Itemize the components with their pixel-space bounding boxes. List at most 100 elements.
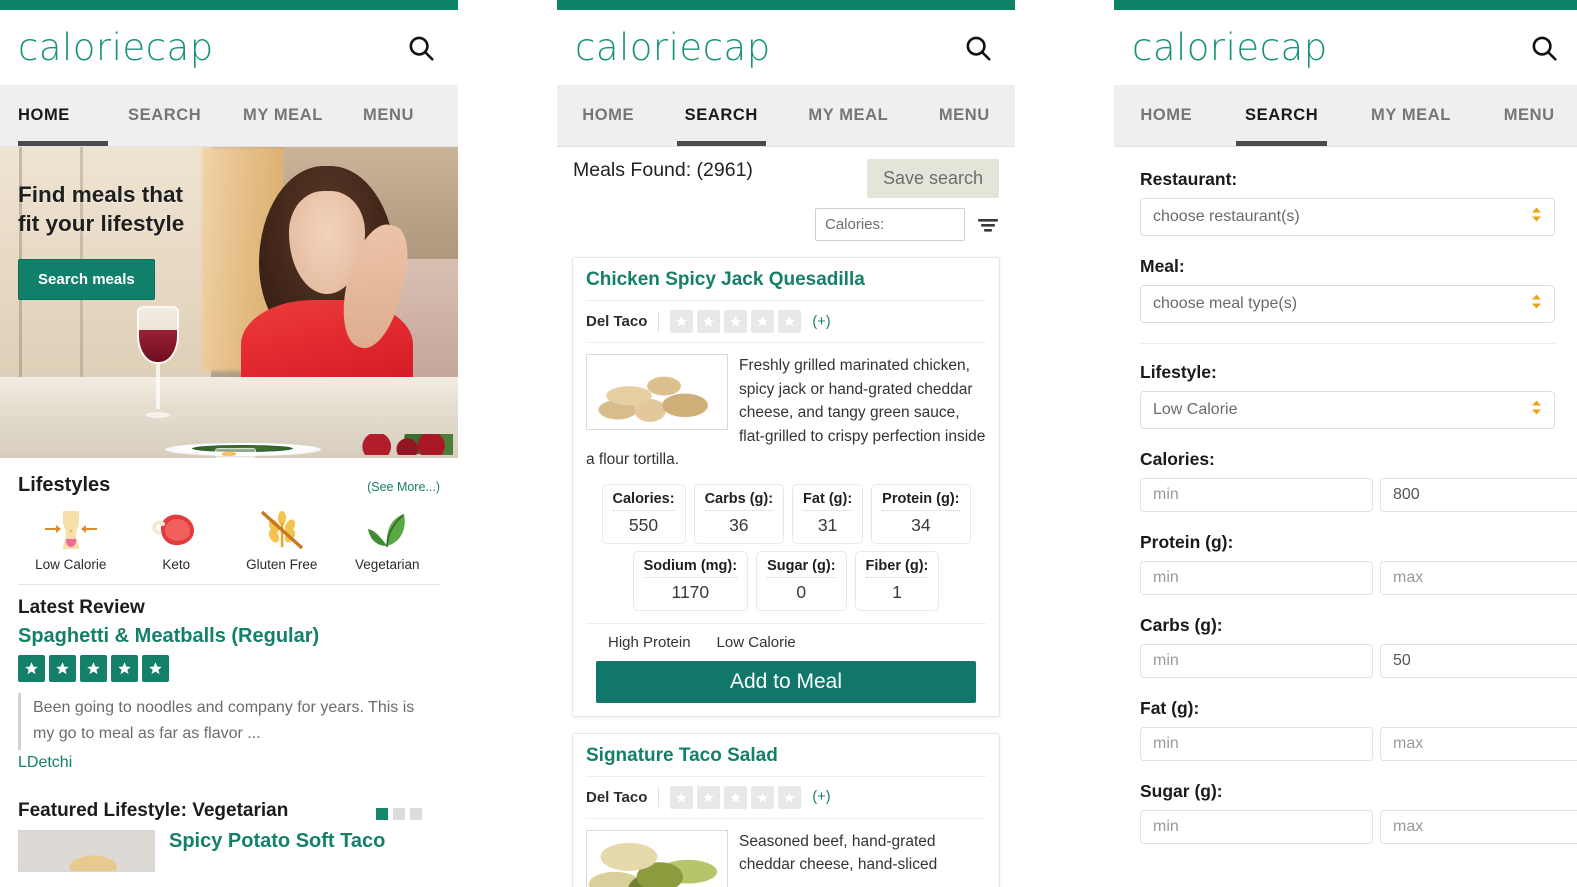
- panel-home: caloriecap HOME SEARCH MY MEAL MENU Find…: [0, 0, 458, 887]
- nutrition-box: Calories: 550: [601, 483, 686, 544]
- meal-thumbnail[interactable]: [586, 354, 728, 430]
- search-icon[interactable]: [963, 33, 993, 63]
- nav-item-menu[interactable]: MENU: [1477, 85, 1577, 146]
- nav-item-search[interactable]: SEARCH: [659, 85, 783, 146]
- brand-header: caloriecap: [1114, 10, 1577, 85]
- app-logo[interactable]: caloriecap: [18, 29, 214, 66]
- meal-card-body: Seasoned beef, hand-grated cheddar chees…: [586, 817, 986, 887]
- lifestyle-item-low-calorie[interactable]: Low Calorie: [18, 507, 124, 572]
- lifestyles-see-more-link[interactable]: (See More...): [367, 480, 440, 494]
- filter-group-restaurant: Restaurant: choose restaurant(s): [1140, 169, 1555, 236]
- nutrition-value: 36: [729, 514, 749, 535]
- hero-title-line-1: Find meals that: [18, 182, 184, 207]
- status-teal-bar: [557, 0, 1015, 10]
- featured-meal-thumbnail[interactable]: [18, 829, 155, 872]
- sugar-max-input[interactable]: [1380, 810, 1577, 844]
- restaurant-name: Del Taco: [586, 313, 648, 330]
- featured-meal-link[interactable]: Spicy Potato Soft Taco: [169, 830, 385, 853]
- nutrition-value: 1170: [671, 581, 710, 602]
- latest-review-quote: Been going to noodles and company for ye…: [18, 693, 438, 750]
- add-to-meal-button[interactable]: Add to Meal: [596, 660, 976, 703]
- main-nav: HOME SEARCH MY MEAL MENU: [557, 85, 1015, 147]
- calories-max-input[interactable]: [1380, 478, 1577, 512]
- search-icon[interactable]: [1529, 33, 1559, 63]
- star-empty-icon[interactable]: [724, 310, 748, 333]
- meal-rating[interactable]: [670, 785, 802, 809]
- filter-label: Sugar (g):: [1140, 781, 1223, 801]
- add-rating-link[interactable]: (+): [812, 789, 830, 805]
- home-content: Lifestyles (See More...) Low Calorie Ket…: [0, 458, 458, 887]
- sort-calories-input[interactable]: [815, 208, 965, 241]
- results-scroll-area[interactable]: Meals Found: (2961) Save search Chicken …: [557, 147, 1015, 887]
- star-empty-icon[interactable]: [697, 785, 721, 809]
- star-empty-icon[interactable]: [670, 785, 694, 809]
- meal-tags: High Protein Low Calorie: [586, 622, 986, 651]
- meal-title-link[interactable]: Signature Taco Salad: [586, 745, 986, 767]
- app-logo[interactable]: caloriecap: [1132, 29, 1328, 66]
- star-empty-icon[interactable]: [697, 310, 721, 333]
- carousel-dot[interactable]: [410, 807, 422, 820]
- star-filled-icon: [80, 655, 107, 682]
- meal-thumbnail[interactable]: [586, 829, 728, 887]
- fat-max-input[interactable]: [1380, 727, 1577, 761]
- carousel-dot[interactable]: [393, 807, 405, 820]
- latest-review-meal-link[interactable]: Spaghetti & Meatballs (Regular): [18, 619, 440, 648]
- lifestyle-select[interactable]: Low Calorie: [1140, 391, 1555, 429]
- lifestyles-list: Low Calorie Keto Gluten Free Vegetarian: [18, 507, 440, 572]
- nav-item-menu[interactable]: MENU: [914, 85, 1015, 146]
- carbs-min-input[interactable]: [1140, 644, 1373, 678]
- fat-min-input[interactable]: [1140, 727, 1373, 761]
- nav-item-my-meal[interactable]: MY MEAL: [243, 85, 363, 146]
- star-empty-icon[interactable]: [670, 310, 694, 333]
- nav-item-search[interactable]: SEARCH: [128, 85, 243, 146]
- lifestyle-item-gluten-free[interactable]: Gluten Free: [229, 507, 335, 572]
- lifestyle-item-keto[interactable]: Keto: [124, 507, 230, 572]
- star-empty-icon[interactable]: [724, 785, 748, 809]
- calories-min-input[interactable]: [1140, 478, 1373, 512]
- meal-card[interactable]: Signature Taco Salad Del Taco (+) Season…: [572, 732, 1000, 887]
- protein-min-input[interactable]: [1140, 561, 1373, 595]
- nav-item-home[interactable]: HOME: [1114, 85, 1219, 146]
- lifestyle-label: Gluten Free: [246, 557, 318, 572]
- carbs-max-input[interactable]: [1380, 644, 1577, 678]
- meal-title-link[interactable]: Chicken Spicy Jack Quesadilla: [586, 269, 986, 291]
- nav-item-search[interactable]: SEARCH: [1219, 85, 1345, 146]
- add-rating-link[interactable]: (+): [812, 314, 830, 330]
- nutrition-box: Fiber (g): 1: [854, 550, 940, 611]
- select-value: choose meal type(s): [1153, 295, 1298, 312]
- sugar-min-input[interactable]: [1140, 810, 1373, 844]
- nav-item-my-meal[interactable]: MY MEAL: [1345, 85, 1478, 146]
- carousel-dot-active[interactable]: [376, 807, 388, 820]
- nav-item-menu[interactable]: MENU: [363, 85, 458, 146]
- nav-item-my-meal[interactable]: MY MEAL: [783, 85, 913, 146]
- star-empty-icon[interactable]: [751, 785, 775, 809]
- meal-card[interactable]: Chicken Spicy Jack Quesadilla Del Taco (…: [572, 257, 1000, 717]
- meal-type-select[interactable]: choose meal type(s): [1140, 285, 1555, 323]
- nutrition-box: Sodium (mg): 1170: [632, 550, 749, 611]
- panel-gap: [1015, 0, 1114, 887]
- sort-descending-icon[interactable]: [977, 215, 999, 235]
- nutrition-label: Sugar (g):: [767, 558, 836, 578]
- nutrition-value: 34: [911, 514, 931, 535]
- meal-rating[interactable]: [670, 310, 802, 333]
- star-filled-icon: [49, 655, 76, 682]
- nav-item-home[interactable]: HOME: [18, 85, 128, 146]
- save-search-button[interactable]: Save search: [866, 159, 999, 198]
- panel-search-filters: caloriecap HOME SEARCH MY MEAL MENU Rest…: [1114, 0, 1577, 887]
- star-empty-icon[interactable]: [778, 785, 802, 809]
- nav-item-home[interactable]: HOME: [557, 85, 659, 146]
- meal-tag: Low Calorie: [716, 633, 796, 651]
- star-empty-icon[interactable]: [751, 310, 775, 333]
- status-teal-bar: [0, 0, 458, 10]
- restaurant-select[interactable]: choose restaurant(s): [1140, 198, 1555, 236]
- filter-label: Meal:: [1140, 256, 1185, 276]
- app-logo[interactable]: caloriecap: [575, 29, 771, 66]
- lifestyle-item-vegetarian[interactable]: Vegetarian: [335, 507, 441, 572]
- filters-scroll-area[interactable]: Restaurant: choose restaurant(s) Meal: c…: [1114, 147, 1577, 887]
- latest-review-user-link[interactable]: LDetchi: [18, 754, 440, 772]
- nutrition-value: 1: [892, 581, 902, 602]
- search-meals-button[interactable]: Search meals: [18, 258, 155, 300]
- protein-max-input[interactable]: [1380, 561, 1577, 595]
- star-empty-icon[interactable]: [778, 310, 802, 333]
- search-icon[interactable]: [406, 33, 436, 63]
